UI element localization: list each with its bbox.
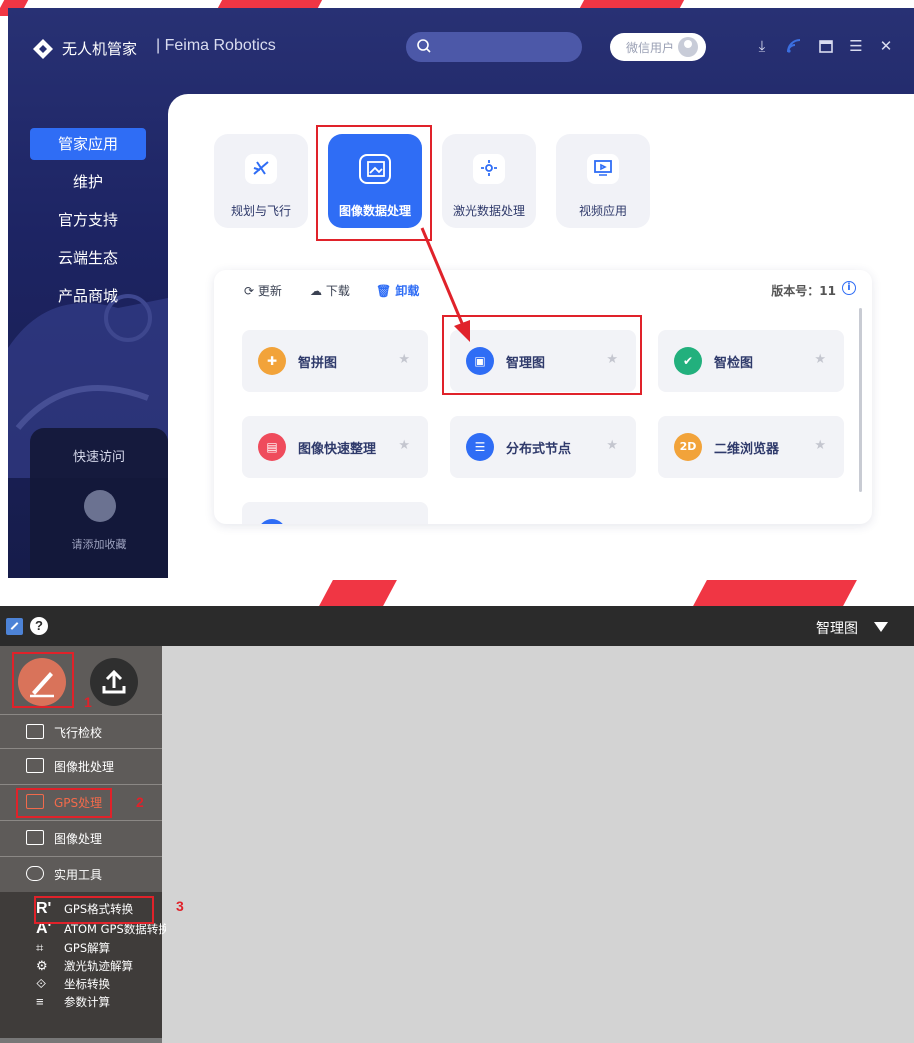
menu-item-batch-images[interactable]: 图像批处理	[0, 748, 162, 782]
menu-item-image-process[interactable]: 图像处理	[0, 820, 162, 854]
dropdown-icon[interactable]	[874, 622, 888, 632]
annotation-arrow	[420, 227, 470, 342]
camera-icon	[26, 724, 44, 739]
menu-item-tools[interactable]: 实用工具	[0, 856, 162, 890]
gps-solve-icon: ⌗	[36, 940, 44, 955]
upload-icon	[102, 669, 126, 694]
watermark-stripe	[319, 580, 397, 606]
submenu-gps-solve[interactable]: ⌗ GPS解算	[36, 940, 166, 956]
menu-label: 图像批处理	[54, 760, 115, 774]
submenu-label: 激光轨迹解算	[64, 959, 133, 973]
zhilitu-window: ? 智理图 1 飞行检校 图像批处理 GPS处理 2 图像处理 实用工具 R' …	[0, 606, 914, 1043]
app-title[interactable]: 智理图	[816, 618, 858, 638]
laser-track-icon: ⚙	[36, 958, 48, 973]
param-calc-icon: ≡	[36, 994, 44, 1009]
panel-footer	[0, 1038, 162, 1043]
submenu-label: ATOM GPS数据转换	[64, 922, 166, 936]
submenu-param-calc[interactable]: ≡ 参数计算	[36, 994, 166, 1010]
menu-item-flight-check[interactable]: 飞行检校	[0, 714, 162, 748]
watermark-stripe	[217, 0, 323, 8]
top-bar: ? 智理图	[0, 606, 914, 646]
highlight-box	[16, 788, 112, 818]
submenu-label: 参数计算	[64, 995, 110, 1009]
images-icon	[26, 758, 44, 773]
drone-manager-window: 无人机管家 | Feima Robotics 微信用户 ⤓ ☰ ✕ 管家应用 维…	[8, 8, 914, 578]
highlight-box	[34, 896, 154, 924]
watermark-stripe	[693, 580, 857, 606]
submenu-laser-track[interactable]: ⚙ 激光轨迹解算	[36, 958, 166, 974]
submenu-label: 坐标转换	[64, 977, 110, 991]
coord-transform-icon: ⟐	[36, 976, 47, 991]
annotation-number: 2	[136, 794, 144, 810]
left-panel: 1 飞行检校 图像批处理 GPS处理 2 图像处理 实用工具 R' GPS格式转…	[0, 646, 184, 1043]
image-process-icon	[26, 830, 44, 845]
menu-label: 飞行检校	[54, 726, 103, 740]
tools-icon	[26, 866, 44, 881]
app-logo-icon[interactable]	[6, 618, 23, 635]
submenu-coord-transform[interactable]: ⟐ 坐标转换	[36, 976, 166, 992]
menu-label: 实用工具	[54, 868, 103, 882]
upload-button[interactable]	[90, 658, 138, 706]
annotation-number: 3	[176, 898, 184, 914]
submenu-label: GPS解算	[64, 941, 111, 955]
help-icon[interactable]: ?	[30, 617, 48, 635]
watermark-stripe	[579, 0, 685, 8]
menu-label: 图像处理	[54, 832, 103, 846]
highlight-box	[12, 652, 74, 708]
